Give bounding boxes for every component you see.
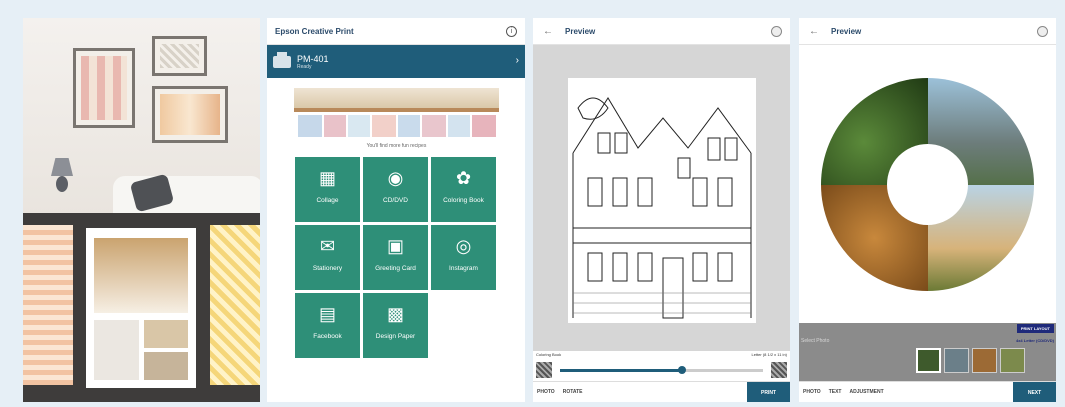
app-title: Epson Creative Print <box>275 26 354 36</box>
thumbnail[interactable] <box>916 348 941 373</box>
tile-label: Coloring Book <box>443 197 484 204</box>
preview-title: Preview <box>565 26 596 36</box>
printer-name: PM-401 <box>297 53 329 64</box>
design-paper-icon: ▩ <box>386 304 404 324</box>
tile-label: Facebook <box>313 333 342 340</box>
banner-caption: You'll find more fun recipes <box>366 143 427 149</box>
back-arrow-icon[interactable]: ← <box>809 26 819 37</box>
tile-cd-dvd[interactable]: ◉ CD/DVD <box>362 156 429 223</box>
text-option[interactable]: TEXT <box>829 389 842 395</box>
home-screen: Epson Creative Print i PM-401 Ready › Yo… <box>267 18 525 402</box>
detail-slider[interactable] <box>560 365 763 374</box>
collage-card <box>210 225 260 385</box>
greeting-card-icon: ▣ <box>386 236 404 256</box>
instagram-icon: ◎ <box>455 236 472 256</box>
bottom-toolbar: PHOTO ROTATE PRINT <box>533 381 790 402</box>
info-icon[interactable]: i <box>506 25 517 37</box>
collage-board <box>23 213 260 402</box>
collage-photo <box>23 18 260 402</box>
tile-stationery[interactable]: ✉ Stationery <box>294 224 361 291</box>
chevron-right-icon: › <box>515 55 519 66</box>
wall-frame <box>152 36 207 76</box>
thumbnail[interactable] <box>944 348 969 373</box>
coloring-sheet <box>568 78 756 323</box>
print-layout-button[interactable]: PRINT LAYOUT <box>1016 324 1054 333</box>
facebook-icon: ▤ <box>318 304 336 324</box>
photo-option[interactable]: PHOTO <box>803 389 821 395</box>
disc-hole <box>887 144 968 225</box>
low-detail-icon <box>536 362 552 378</box>
disc-canvas <box>799 45 1056 323</box>
house-sketch <box>572 97 752 319</box>
print-button[interactable]: PRINT <box>747 382 790 402</box>
tile-label: Greeting Card <box>375 265 416 272</box>
thumbnail[interactable] <box>972 348 997 373</box>
preview-canvas <box>533 45 790 351</box>
paper-size: Letter (8 1/2 x 11 in) <box>751 352 788 357</box>
photo-option[interactable]: PHOTO <box>537 389 555 395</box>
tile-instagram[interactable]: ◎ Instagram <box>430 224 497 291</box>
preview-header: ← Preview <box>799 18 1056 45</box>
tile-design-paper[interactable]: ▩ Design Paper <box>362 292 429 359</box>
lamp-base <box>56 176 68 192</box>
printer-icon <box>273 51 291 68</box>
paper-info: Coloring Book Letter (8 1/2 x 11 in) <box>533 351 790 359</box>
settings-icon[interactable] <box>771 26 782 37</box>
printer-selector[interactable]: PM-401 Ready › <box>267 45 525 78</box>
media-size-label: 4x4 Letter (CD/DVD) <box>1015 338 1054 343</box>
preview-title: Preview <box>831 26 862 36</box>
app-header: Epson Creative Print i <box>267 18 525 45</box>
select-photo-label: Select Photo <box>801 338 830 344</box>
photo-tools: PRINT LAYOUT Select Photo 4x4 Letter (CD… <box>799 323 1056 381</box>
collage-icon: ▦ <box>318 168 336 188</box>
collage-card <box>23 225 73 385</box>
recipe-banner[interactable] <box>294 88 499 140</box>
bottom-toolbar: PHOTO TEXT ADJUSTMENT NEXT <box>799 381 1056 402</box>
tile-label: Collage <box>316 197 339 204</box>
back-arrow-icon[interactable]: ← <box>543 26 553 37</box>
tile-label: Stationery <box>312 265 343 272</box>
tile-label: Instagram <box>449 265 478 272</box>
butterfly-icon: ✿ <box>455 168 472 188</box>
preview-header: ← Preview <box>533 18 790 45</box>
coloring-preview-screen: ← Preview Coloring Book Letter (8 1/2 x … <box>533 18 790 402</box>
cd-preview-screen: ← Preview PRINT LAYOUT Select Photo 4x4 … <box>799 18 1056 402</box>
rotate-option[interactable]: ROTATE <box>563 389 583 395</box>
tile-collage[interactable]: ▦ Collage <box>294 156 361 223</box>
disc-icon: ◉ <box>387 168 404 188</box>
wall-frame <box>73 48 135 128</box>
tile-label: CD/DVD <box>383 197 408 204</box>
next-button[interactable]: NEXT <box>1013 382 1056 402</box>
collage-card <box>86 228 196 388</box>
envelope-icon: ✉ <box>319 236 336 256</box>
printer-status: Ready <box>297 63 312 70</box>
settings-icon[interactable] <box>1037 26 1048 37</box>
thumbnail[interactable] <box>1000 348 1025 373</box>
high-detail-icon <box>771 362 787 378</box>
wall-frame <box>152 86 228 143</box>
tile-greeting-card[interactable]: ▣ Greeting Card <box>362 224 429 291</box>
detail-slider-row <box>533 359 790 381</box>
tile-facebook[interactable]: ▤ Facebook <box>294 292 361 359</box>
disc-label <box>821 78 1034 291</box>
adjustment-option[interactable]: ADJUSTMENT <box>849 389 883 395</box>
photo-thumbnails <box>916 348 1028 373</box>
tile-coloring-book[interactable]: ✿ Coloring Book <box>430 156 497 223</box>
slider-knob[interactable] <box>677 365 686 374</box>
paper-type: Coloring Book <box>536 352 562 357</box>
tile-label: Design Paper <box>375 333 416 340</box>
